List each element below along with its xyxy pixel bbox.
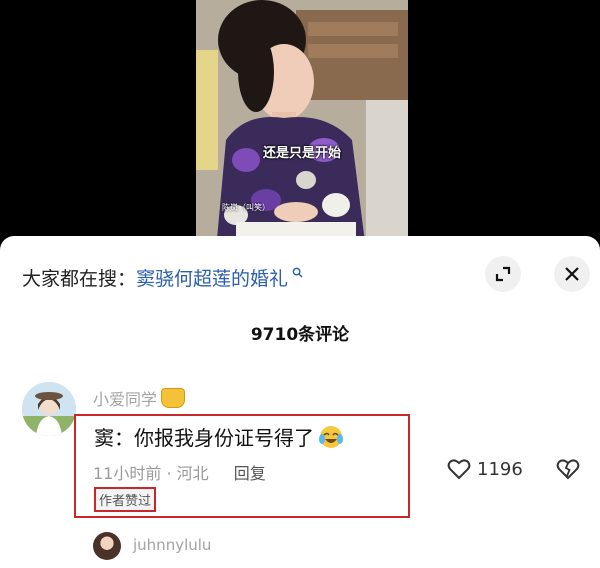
comment-text-row: 窦：你报我身份证号得了 [94,422,344,451]
video-speaker-caption: 陈岚（叫笑） [222,203,270,212]
close-icon [565,267,579,281]
expand-icon [495,266,511,282]
search-icon [288,267,303,281]
comment-username[interactable]: 小爱同学 [93,386,157,410]
author-liked-tag: 作者赞过 [94,487,157,512]
trending-search-keyword[interactable]: 窦骁何超莲的婚礼 [136,268,288,290]
close-button[interactable] [554,256,590,292]
heart-icon [447,459,471,480]
comment-meta-row: 11小时前 · 河北 回复 [93,460,266,484]
honey-jar-icon [161,388,186,408]
trending-search-link[interactable]: 大家都在搜：窦骁何超莲的婚礼 [22,264,303,291]
avatar[interactable] [22,382,76,436]
video-player[interactable]: 还是只是开始 陈岚（叫笑） [0,0,600,250]
dislike-button[interactable] [556,458,580,484]
like-count: 1196 [477,458,523,480]
video-subtitle: 还是只是开始 [262,146,341,161]
reply-button[interactable]: 回复 [234,464,266,483]
reply-avatar[interactable] [93,532,121,560]
video-frame[interactable]: 还是只是开始 陈岚（叫笑） [196,0,408,250]
comment-time-location: 11小时前 · 河北 [93,464,209,483]
comment-text: 窦：你报我身份证号得了 [94,426,314,450]
expand-button[interactable] [485,256,521,292]
comment-count: 9710条评论 [250,325,350,345]
reply-username[interactable]: juhnnylulu [133,536,211,554]
broken-heart-icon [556,459,580,480]
comment-username-row: 小爱同学 [93,386,186,410]
trending-search-prefix: 大家都在搜： [22,268,137,290]
comment-sheet: 大家都在搜：窦骁何超莲的婚礼 9710条评论 小爱同学 窦：你报我身份证号得了 … [0,236,600,568]
crying-laughing-emoji-icon [318,424,344,450]
like-button[interactable]: 1196 [447,458,523,480]
